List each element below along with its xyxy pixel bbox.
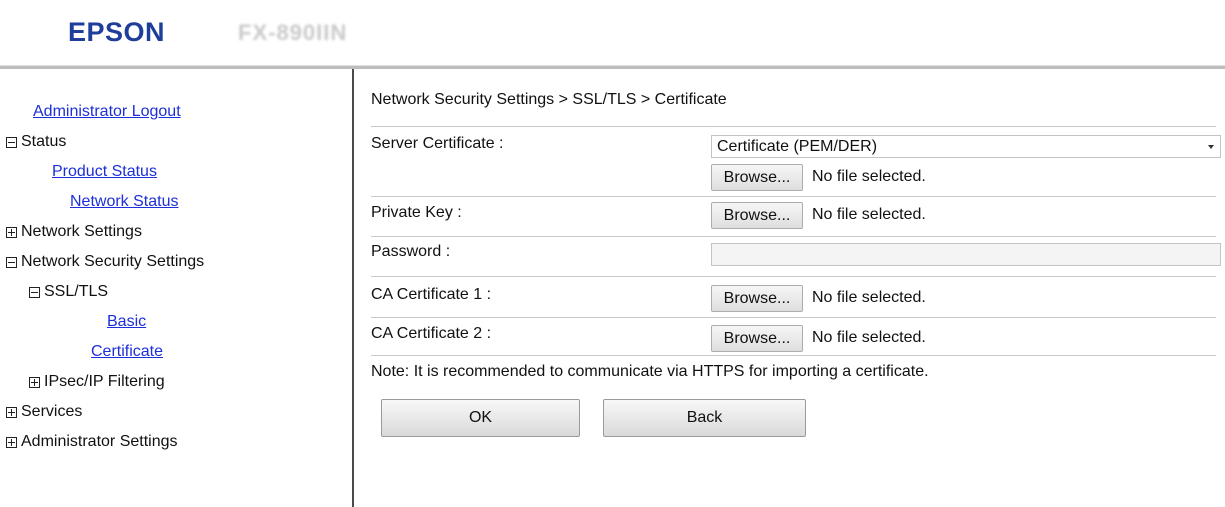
sidebar-node-network-security-settings[interactable]: Network Security Settings <box>6 253 204 271</box>
private-key-file-status: No file selected. <box>812 206 926 223</box>
sidebar-node-services[interactable]: Services <box>6 403 82 421</box>
server-certificate-select[interactable]: Certificate (PEM/DER) <box>711 135 1221 158</box>
sidebar-node-ipsec-ip-filtering[interactable]: IPsec/IP Filtering <box>29 373 165 391</box>
sidebar-node-label: Services <box>21 403 83 420</box>
ca-certificate-2-label: CA Certificate 2 : <box>371 325 492 342</box>
epson-logo: EPSON <box>68 17 166 47</box>
sidebar-node-label: IPsec/IP Filtering <box>44 373 165 390</box>
expand-icon[interactable] <box>6 406 17 418</box>
collapse-icon[interactable] <box>6 136 17 148</box>
row-divider <box>371 355 1216 356</box>
server-certificate-label: Server Certificate : <box>371 135 504 152</box>
breadcrumb: Network Security Settings > SSL/TLS > Ce… <box>371 91 727 108</box>
sidebar-node-ssl-tls[interactable]: SSL/TLS <box>29 283 108 301</box>
row-divider <box>371 196 1216 197</box>
password-input[interactable] <box>711 243 1221 266</box>
sidebar-node-label: Administrator Settings <box>21 433 178 450</box>
server-certificate-selected-value: Certificate (PEM/DER) <box>717 138 878 155</box>
private-key-browse-button[interactable]: Browse... <box>711 202 803 229</box>
row-divider <box>371 236 1216 237</box>
row-divider <box>371 317 1216 318</box>
sidebar-link-certificate[interactable]: Certificate <box>91 343 163 361</box>
dropdown-caret-icon <box>1208 145 1214 149</box>
server-certificate-file-status: No file selected. <box>812 168 926 185</box>
sidebar-node-label: Network Security Settings <box>21 253 205 270</box>
sidebar-link-basic[interactable]: Basic <box>107 313 146 331</box>
header: EPSON FX-890IIN <box>0 0 1225 62</box>
private-key-label: Private Key : <box>371 204 462 221</box>
ca-certificate-1-file-status: No file selected. <box>812 289 926 306</box>
collapse-icon[interactable] <box>6 256 17 268</box>
sidebar-link-product-status[interactable]: Product Status <box>52 163 157 181</box>
ca-certificate-2-browse-button[interactable]: Browse... <box>711 325 803 352</box>
printer-model-name: FX-890IIN <box>238 20 348 45</box>
ca-certificate-2-file-status: No file selected. <box>812 329 926 346</box>
ca-certificate-1-label: CA Certificate 1 : <box>371 286 492 303</box>
collapse-icon[interactable] <box>29 286 40 298</box>
expand-icon[interactable] <box>29 376 40 388</box>
sidebar-node-network-settings[interactable]: Network Settings <box>6 223 142 241</box>
expand-icon[interactable] <box>6 436 17 448</box>
row-divider <box>371 276 1216 277</box>
sidebar-node-label: SSL/TLS <box>44 283 109 300</box>
sidebar: Administrator Logout Status Product Stat… <box>0 69 352 507</box>
server-certificate-browse-button[interactable]: Browse... <box>711 164 803 191</box>
main-content: Network Security Settings > SSL/TLS > Ce… <box>354 69 1225 507</box>
expand-icon[interactable] <box>6 226 17 238</box>
sidebar-node-label: Network Settings <box>21 223 142 240</box>
row-divider <box>371 126 1216 127</box>
sidebar-link-administrator-logout[interactable]: Administrator Logout <box>33 103 181 121</box>
password-label: Password : <box>371 243 451 260</box>
sidebar-node-status[interactable]: Status <box>6 133 66 151</box>
back-button[interactable]: Back <box>603 399 806 437</box>
sidebar-node-label: Status <box>21 133 67 150</box>
ok-button[interactable]: OK <box>381 399 580 437</box>
sidebar-link-network-status[interactable]: Network Status <box>70 193 178 211</box>
https-note: Note: It is recommended to communicate v… <box>371 363 929 380</box>
sidebar-node-administrator-settings[interactable]: Administrator Settings <box>6 433 178 451</box>
ca-certificate-1-browse-button[interactable]: Browse... <box>711 285 803 312</box>
